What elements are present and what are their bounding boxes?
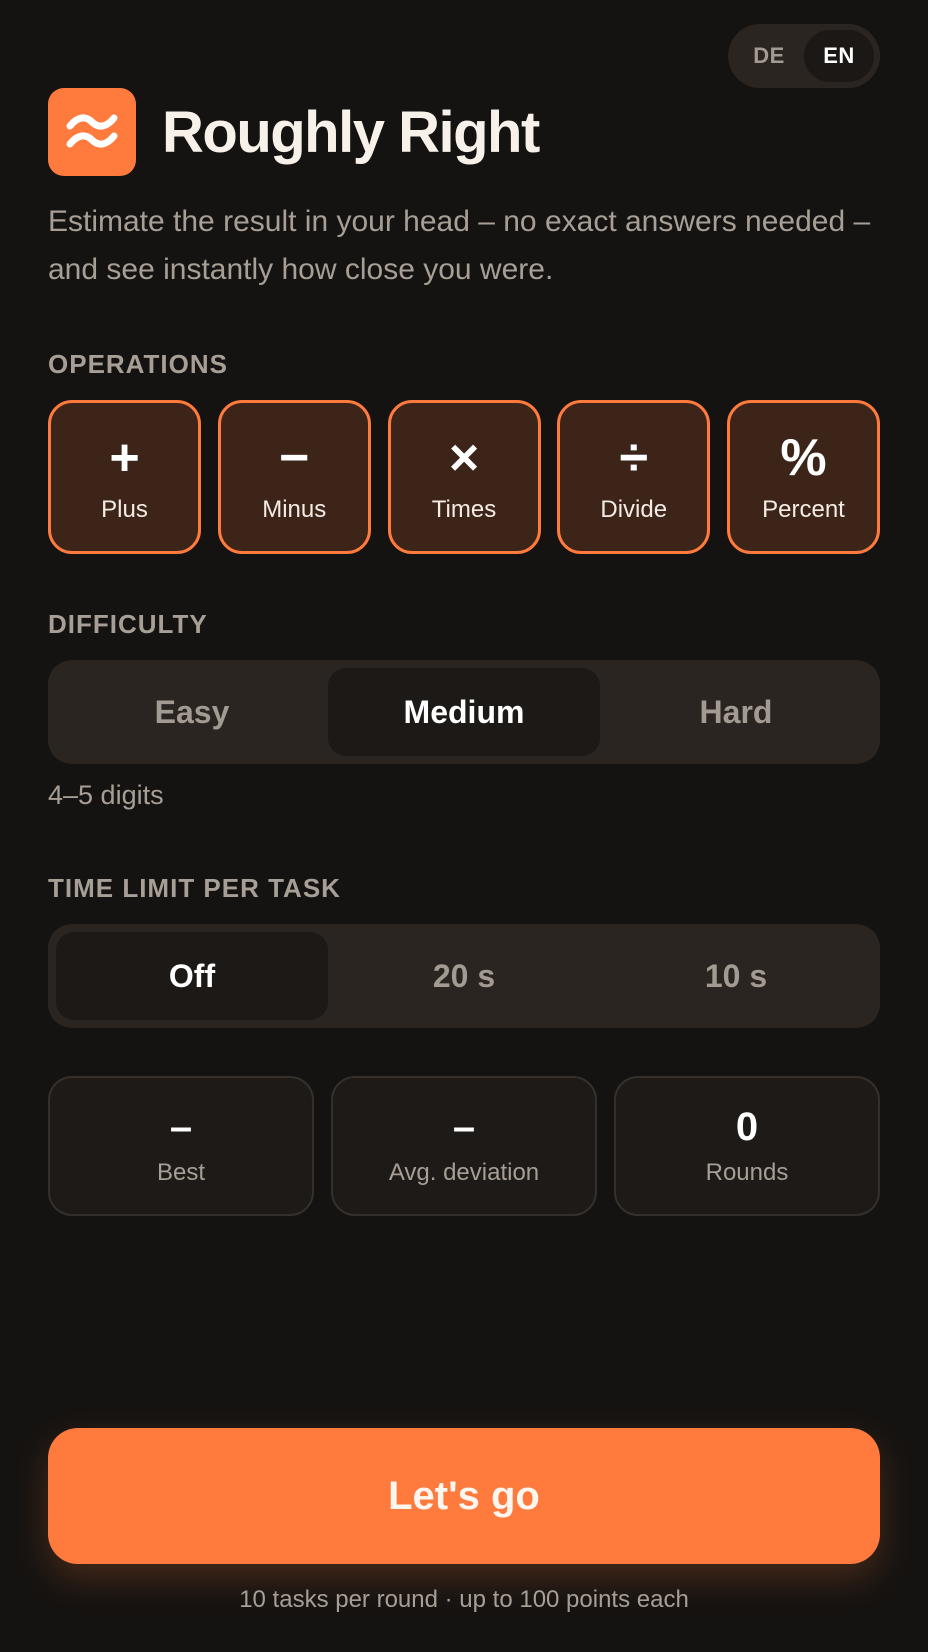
operation-label: Minus bbox=[262, 496, 327, 523]
approx-icon bbox=[48, 88, 136, 176]
operation-label: Percent bbox=[762, 496, 845, 523]
operation-label: Times bbox=[431, 496, 497, 523]
stat-rounds: 0 Rounds bbox=[614, 1076, 880, 1216]
stat-value: – bbox=[452, 1105, 476, 1149]
time-limit-selector: Off 20 s 10 s bbox=[48, 924, 880, 1028]
stat-avg-deviation: – Avg. deviation bbox=[331, 1076, 597, 1216]
operation-divide[interactable]: ÷ Divide bbox=[557, 400, 711, 554]
time-limit-option-off[interactable]: Off bbox=[56, 932, 328, 1020]
app-title: Roughly Right bbox=[162, 99, 540, 165]
stats-row: – Best – Avg. deviation 0 Rounds bbox=[48, 1076, 880, 1216]
lang-option-en[interactable]: EN bbox=[804, 30, 874, 82]
stat-label: Best bbox=[156, 1159, 206, 1186]
round-info: 10 tasks per round · up to 100 points ea… bbox=[239, 1586, 689, 1613]
difficulty-option-medium[interactable]: Medium bbox=[328, 668, 600, 756]
plus-icon: + bbox=[109, 429, 140, 487]
start-button[interactable]: Let's go bbox=[48, 1428, 880, 1564]
time-limit-label: TIME LIMIT PER TASK bbox=[48, 873, 341, 903]
percent-icon: % bbox=[780, 429, 827, 487]
operation-minus[interactable]: − Minus bbox=[217, 400, 371, 554]
operation-times[interactable]: × Times bbox=[387, 400, 541, 554]
start-screen: DE EN Roughly Right Estimate the result … bbox=[0, 0, 928, 1652]
difficulty-selector: Easy Medium Hard bbox=[48, 660, 880, 764]
language-toggle: DE EN bbox=[728, 24, 880, 88]
stat-label: Avg. deviation bbox=[388, 1159, 540, 1186]
minus-icon: − bbox=[279, 429, 310, 487]
stat-label: Rounds bbox=[705, 1159, 789, 1186]
difficulty-hint: 4–5 digits bbox=[48, 780, 164, 810]
operation-plus[interactable]: + Plus bbox=[48, 400, 201, 554]
difficulty-option-hard[interactable]: Hard bbox=[600, 668, 872, 756]
operations-group: + Plus − Minus × Times ÷ Divide % Percen… bbox=[48, 400, 880, 554]
divide-icon: ÷ bbox=[619, 429, 649, 487]
lang-option-de[interactable]: DE bbox=[734, 30, 804, 82]
operation-percent[interactable]: % Percent bbox=[727, 400, 880, 554]
operations-label: OPERATIONS bbox=[48, 349, 228, 379]
difficulty-option-easy[interactable]: Easy bbox=[56, 668, 328, 756]
time-limit-option-20s[interactable]: 20 s bbox=[328, 932, 600, 1020]
time-limit-option-10s[interactable]: 10 s bbox=[600, 932, 872, 1020]
stat-value: 0 bbox=[735, 1105, 759, 1149]
app-header: Roughly Right bbox=[48, 88, 540, 176]
difficulty-label: DIFFICULTY bbox=[48, 609, 208, 639]
times-icon: × bbox=[448, 429, 480, 487]
stat-value: – bbox=[169, 1105, 193, 1149]
stat-best: – Best bbox=[48, 1076, 314, 1216]
app-subtitle: Estimate the result in your head – no ex… bbox=[48, 205, 871, 286]
operation-label: Plus bbox=[101, 496, 148, 523]
operation-label: Divide bbox=[600, 496, 668, 523]
